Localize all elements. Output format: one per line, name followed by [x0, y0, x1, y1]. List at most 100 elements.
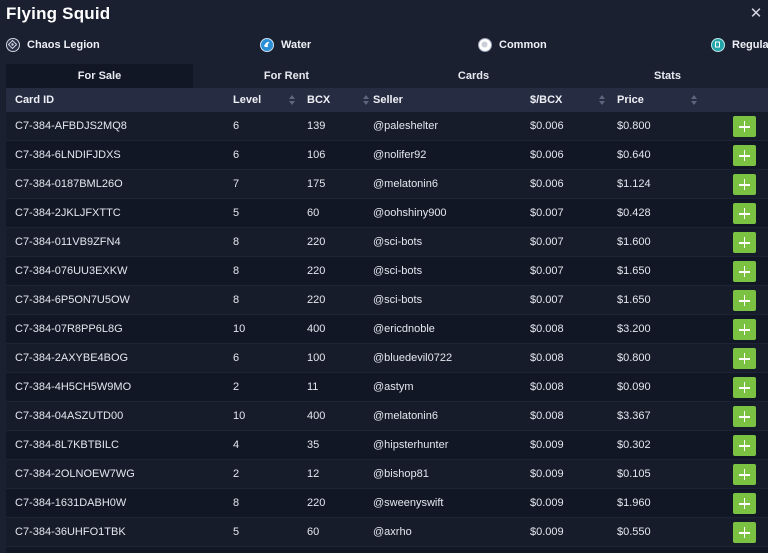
cell-level: 7	[233, 178, 240, 190]
table-header: Card ID Level BCX Seller $/BCX Price	[6, 88, 768, 112]
add-to-cart-button[interactable]	[733, 435, 756, 456]
attribute-element-label: Water	[281, 39, 312, 51]
cell-price-per-bcx: $0.006	[530, 149, 564, 161]
attribute-edition-label: Chaos Legion	[27, 39, 100, 51]
cell-price-per-bcx: $0.009	[530, 439, 564, 451]
cell-seller[interactable]: @sweenyswift	[373, 489, 443, 518]
cell-card-id: C7-384-076UU3EXKW	[15, 265, 128, 277]
table-row[interactable]: C7-384-07R8PP6L8G 10 400 @ericdnoble $0.008 $…	[6, 315, 768, 344]
cell-price: $1.650	[617, 265, 651, 277]
cell-card-id: C7-384-1631DABH0W	[15, 497, 127, 509]
add-to-cart-button[interactable]	[733, 232, 756, 253]
sort-icon[interactable]	[599, 95, 605, 105]
cell-seller[interactable]: @nolifer92	[373, 141, 426, 170]
cell-level: 6	[233, 120, 240, 132]
add-to-cart-button[interactable]	[733, 406, 756, 427]
table-row[interactable]: C7-384-36UHFO1TBK 5 60 @axrho $0.009 $0.550	[6, 518, 768, 547]
table-row[interactable]: C7-384-4H5CH5W9MO 2 11 @astym $0.008 $0.090	[6, 373, 768, 402]
cell-price-per-bcx: $0.007	[530, 207, 564, 219]
cell-bcx: 400	[307, 323, 326, 335]
add-to-cart-button[interactable]	[733, 348, 756, 369]
add-to-cart-button[interactable]	[733, 319, 756, 340]
cell-level: 10	[233, 410, 246, 422]
cell-level: 4	[233, 439, 240, 451]
cell-seller[interactable]: @sci-bots	[373, 257, 422, 286]
add-to-cart-button[interactable]	[733, 261, 756, 282]
column-price-per-bcx[interactable]: $/BCX	[530, 88, 562, 112]
cell-price: $0.800	[617, 120, 651, 132]
table-row[interactable]: C7-384-011VB9ZFN4 8 220 @sci-bots $0.007 $1.6…	[6, 228, 768, 257]
regular-foil-icon	[711, 38, 725, 52]
cell-card-id: C7-384-2OLNOEW7WG	[15, 468, 135, 480]
cell-seller[interactable]: @paleshelter	[373, 112, 438, 141]
cell-seller[interactable]: @sci-bots	[373, 228, 422, 257]
add-to-cart-button[interactable]	[733, 464, 756, 485]
cell-bcx: 139	[307, 120, 326, 132]
cell-level: 10	[233, 323, 246, 335]
cell-bcx: 220	[307, 265, 326, 277]
cell-bcx: 220	[307, 294, 326, 306]
column-seller: Seller	[373, 94, 403, 106]
cell-price: $0.090	[617, 381, 651, 393]
table-row[interactable]: C7-384-04ASZUTD00 10 400 @melatonin6 $0.008 $…	[6, 402, 768, 431]
add-to-cart-button[interactable]	[733, 290, 756, 311]
table-row[interactable]: C7-384-6LNDIFJDXS 6 106 @nolifer92 $0.006 $0.…	[6, 141, 768, 170]
cell-seller[interactable]: @axrho	[373, 518, 412, 547]
chaos-legion-icon	[6, 38, 20, 52]
table-row[interactable]: C7-384-8L7KBTBILC 4 35 @hipsterhunter $0.009…	[6, 431, 768, 460]
column-level[interactable]: Level	[233, 88, 261, 112]
cell-card-id: C7-384-07R8PP6L8G	[15, 323, 123, 335]
table-row[interactable]: C7-384-076UU3EXKW 8 220 @sci-bots $0.007 $1.6…	[6, 257, 768, 286]
add-to-cart-button[interactable]	[733, 145, 756, 166]
cell-card-id: C7-384-0187BML26O	[15, 178, 123, 190]
add-to-cart-button[interactable]	[733, 203, 756, 224]
table-row[interactable]: C7-384-2AXYBE4BOG 6 100 @bluedevil0722 $0.00…	[6, 344, 768, 373]
table-row[interactable]: C7-384-1631DABH0W 8 220 @sweenyswift $0.009 $…	[6, 489, 768, 518]
sort-icon[interactable]	[289, 95, 295, 105]
column-price[interactable]: Price	[617, 88, 644, 112]
cell-level: 2	[233, 468, 240, 480]
sort-icon[interactable]	[691, 95, 697, 105]
close-icon[interactable]: ✕	[748, 6, 764, 22]
table-row[interactable]: C7-384-6P5ON7U5OW 8 220 @sci-bots $0.007 $1.6…	[6, 286, 768, 315]
cell-price: $1.650	[617, 294, 651, 306]
cell-level: 8	[233, 236, 240, 248]
sort-icon[interactable]	[363, 95, 369, 105]
cell-seller[interactable]: @melatonin6	[373, 170, 438, 199]
cell-seller[interactable]: @ericdnoble	[373, 315, 435, 344]
table-row[interactable]: C7-384-2OLNOEW7WG 2 12 @bishop81 $0.009 $0.10…	[6, 460, 768, 489]
cell-seller[interactable]: @sci-bots	[373, 286, 422, 315]
cell-price-per-bcx: $0.008	[530, 323, 564, 335]
table-row[interactable]: C7-384-2JKLJFXTTC 5 60 @oohshiny900 $0.007 $0…	[6, 199, 768, 228]
tab-for-rent[interactable]: For Rent	[193, 64, 380, 88]
add-to-cart-button[interactable]	[733, 493, 756, 514]
cell-bcx: 11	[307, 381, 319, 393]
cell-price: $0.800	[617, 352, 651, 364]
cell-level: 2	[233, 381, 240, 393]
cell-card-id: C7-384-6LNDIFJDXS	[15, 149, 121, 161]
tab-cards[interactable]: Cards	[380, 64, 567, 88]
cell-seller[interactable]: @bishop81	[373, 460, 429, 489]
cell-seller[interactable]: @astym	[373, 373, 414, 402]
table-row[interactable]: C7-384-AFBDJS2MQ8 6 139 @paleshelter $0.006 $…	[6, 112, 768, 141]
cell-price-per-bcx: $0.007	[530, 236, 564, 248]
cell-price: $0.428	[617, 207, 651, 219]
cell-price-per-bcx: $0.008	[530, 381, 564, 393]
cell-price: $1.600	[617, 236, 651, 248]
cell-bcx: 106	[307, 149, 326, 161]
table-row[interactable]: C7-384-0187BML26O 7 175 @melatonin6 $0.006 $1…	[6, 170, 768, 199]
tab-for-sale[interactable]: For Sale	[6, 64, 193, 88]
cell-seller[interactable]: @oohshiny900	[373, 199, 447, 228]
column-bcx[interactable]: BCX	[307, 88, 330, 112]
column-card-id: Card ID	[15, 94, 55, 106]
add-to-cart-button[interactable]	[733, 377, 756, 398]
tab-stats[interactable]: Stats	[567, 64, 768, 88]
add-to-cart-button[interactable]	[733, 116, 756, 137]
add-to-cart-button[interactable]	[733, 522, 756, 543]
cell-seller[interactable]: @melatonin6	[373, 402, 438, 431]
cell-level: 8	[233, 497, 240, 509]
cell-seller[interactable]: @bluedevil0722	[373, 344, 452, 373]
cell-card-id: C7-384-36UHFO1TBK	[15, 526, 126, 538]
cell-seller[interactable]: @hipsterhunter	[373, 431, 448, 460]
add-to-cart-button[interactable]	[733, 174, 756, 195]
